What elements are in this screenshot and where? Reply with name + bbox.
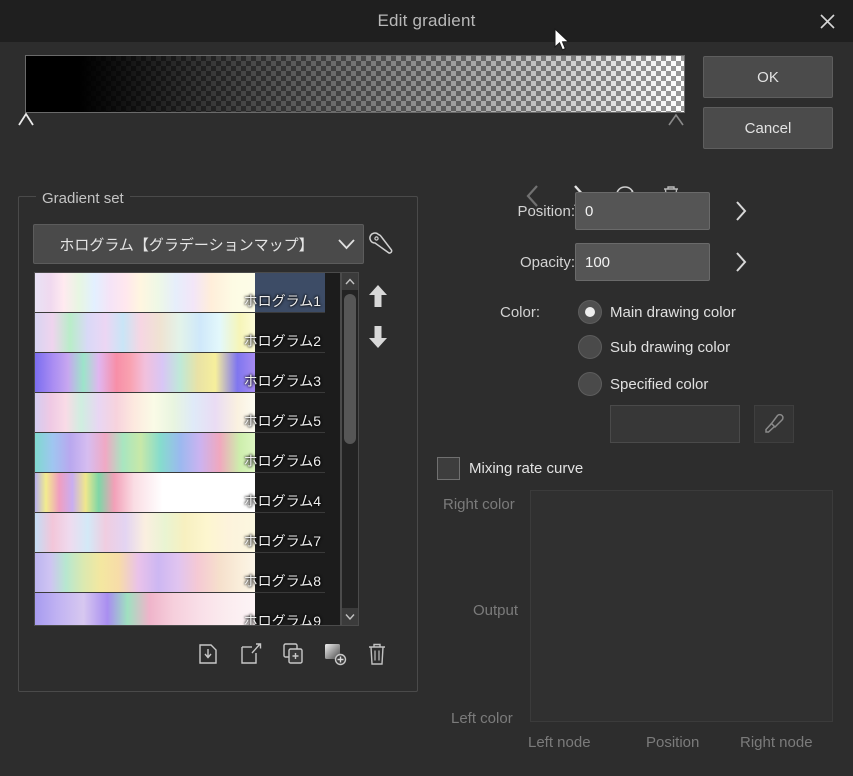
gradient-overlay — [26, 56, 684, 112]
ok-button[interactable]: OK — [703, 56, 833, 98]
mixing-rate-curve-label: Mixing rate curve — [469, 460, 583, 477]
gradient-name: ホログラム8 — [244, 571, 321, 591]
mixing-rate-curve-graph[interactable] — [530, 490, 833, 722]
gradient-name: ホログラム3 — [244, 371, 321, 391]
eyedropper-icon[interactable] — [754, 405, 794, 443]
trash-icon[interactable] — [363, 639, 391, 669]
list-item[interactable]: ホログラム7 — [35, 513, 325, 553]
checkbox-indicator — [437, 457, 460, 480]
radio-indicator — [578, 372, 602, 396]
radio-main-drawing-color[interactable]: Main drawing color — [578, 299, 736, 325]
opacity-label: Opacity: — [440, 254, 575, 271]
opacity-expand-icon[interactable] — [728, 247, 754, 277]
gradient-name: ホログラム6 — [244, 451, 321, 471]
arrow-down-icon[interactable] — [366, 324, 390, 355]
duplicate-icon[interactable] — [279, 639, 307, 669]
gradient-name: ホログラム9 — [244, 611, 321, 626]
list-item[interactable]: ホログラム9 — [35, 593, 325, 626]
gradient-name: ホログラム5 — [244, 411, 321, 431]
gradient-list-scrollbar[interactable] — [341, 272, 359, 626]
export-icon[interactable] — [237, 639, 265, 669]
gradient-swatch — [35, 393, 255, 432]
color-label: Color: — [440, 304, 540, 321]
gradient-swatch — [35, 593, 255, 626]
scroll-down-icon[interactable] — [342, 608, 358, 625]
chevron-down-icon — [329, 239, 363, 250]
right-node-marker[interactable] — [667, 112, 685, 126]
radio-specified-color[interactable]: Specified color — [578, 371, 708, 397]
gradient-list-toolbar — [195, 636, 395, 672]
gradient-swatch — [35, 513, 255, 552]
list-item[interactable]: ホログラム4 — [35, 473, 325, 513]
radio-sub-drawing-color[interactable]: Sub drawing color — [578, 334, 730, 360]
radio-label: Main drawing color — [610, 304, 736, 321]
radio-label: Specified color — [610, 376, 708, 393]
radio-label: Sub drawing color — [610, 339, 730, 356]
curve-position-label: Position — [646, 734, 699, 751]
radio-indicator — [578, 300, 602, 324]
mixing-rate-curve-checkbox[interactable]: Mixing rate curve — [437, 457, 583, 480]
gradient-name: ホログラム1 — [244, 291, 321, 311]
gradient-swatch — [35, 473, 255, 512]
page-title: Edit gradient — [377, 11, 475, 31]
list-item[interactable]: ホログラム2 — [35, 313, 325, 353]
gradient-name: ホログラム4 — [244, 491, 321, 511]
curve-left-node-label: Left node — [528, 734, 591, 751]
position-input[interactable]: 0 — [575, 192, 710, 230]
title-bar: Edit gradient — [0, 0, 853, 42]
position-label: Position: — [440, 203, 575, 220]
scrollbar-thumb[interactable] — [344, 294, 356, 444]
opacity-input[interactable]: 100 — [575, 243, 710, 281]
position-expand-icon[interactable] — [728, 196, 754, 226]
gradient-name: ホログラム7 — [244, 531, 321, 551]
radio-indicator — [578, 335, 602, 359]
cancel-button[interactable]: Cancel — [703, 107, 833, 149]
arrow-up-icon[interactable] — [366, 283, 390, 314]
import-icon[interactable] — [195, 639, 223, 669]
gradient-swatch — [35, 433, 255, 472]
specified-color-swatch[interactable] — [610, 405, 740, 443]
left-node-marker[interactable] — [17, 112, 35, 126]
gradient-set-dropdown[interactable]: ホログラム【グラデーションマップ】 — [33, 224, 364, 264]
gradient-name: ホログラム2 — [244, 331, 321, 351]
list-item[interactable]: ホログラム3 — [35, 353, 325, 393]
gradient-swatch — [35, 273, 255, 312]
gradient-set-selected-label: ホログラム【グラデーションマップ】 — [34, 234, 329, 255]
list-item[interactable]: ホログラム6 — [35, 433, 325, 473]
close-icon[interactable] — [801, 0, 853, 42]
add-gradient-icon[interactable] — [321, 639, 349, 669]
curve-right-node-label: Right node — [740, 734, 813, 751]
list-item[interactable]: ホログラム1 — [35, 273, 325, 313]
curve-left-color-label: Left color — [451, 710, 513, 727]
gradient-swatch — [35, 553, 255, 592]
list-item[interactable]: ホログラム5 — [35, 393, 325, 433]
gradient-set-group-title: Gradient set — [36, 190, 130, 207]
wrench-icon[interactable] — [366, 228, 398, 260]
gradient-swatch — [35, 313, 255, 352]
list-item[interactable]: ホログラム8 — [35, 553, 325, 593]
curve-right-color-label: Right color — [443, 496, 515, 513]
curve-output-label: Output — [473, 602, 518, 619]
gradient-list[interactable]: ホログラム1 ホログラム2 ホログラム3 ホログラム5 ホログラム6 ホログラム4 ホログラ… — [34, 272, 341, 626]
scroll-up-icon[interactable] — [342, 273, 358, 290]
gradient-preview-bar[interactable] — [25, 55, 685, 113]
edit-gradient-dialog: Edit gradient — [0, 0, 853, 776]
gradient-swatch — [35, 353, 255, 392]
